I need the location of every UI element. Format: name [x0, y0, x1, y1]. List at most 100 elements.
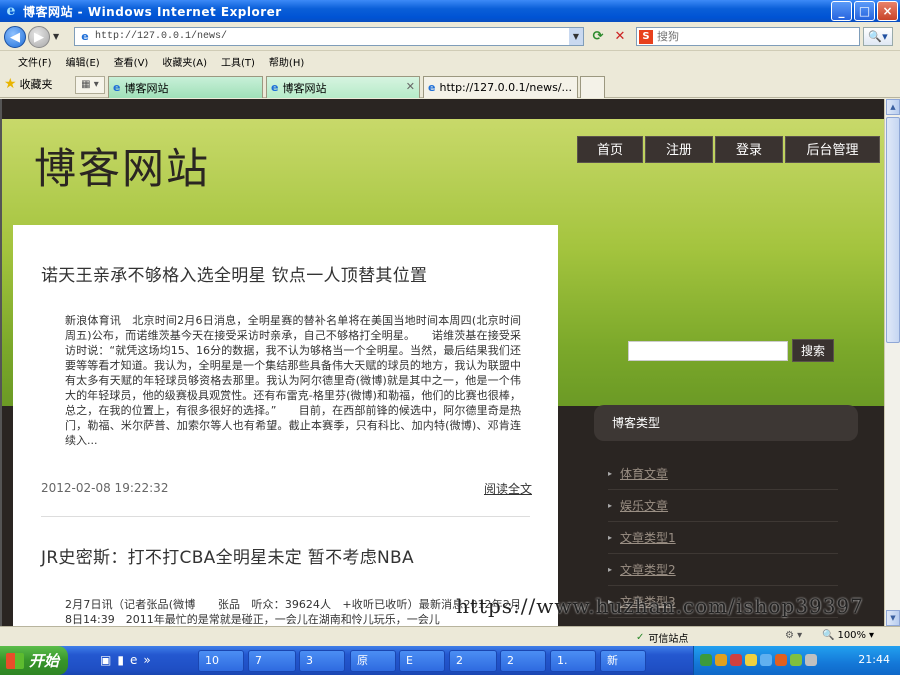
quick-launch-more-icon[interactable]: »: [143, 653, 150, 667]
window-titlebar[interactable]: e 博客网站 - Windows Internet Explorer _ □ ×: [0, 0, 900, 22]
category-item[interactable]: ▸ 文章类型1: [608, 522, 838, 554]
check-icon: ✓: [636, 632, 645, 643]
post-title[interactable]: JR史密斯：打不打CBA全明星未定 暂不考虑NBA: [41, 543, 414, 568]
address-dropdown-icon[interactable]: ▼: [569, 28, 583, 45]
favorites-label: 收藏夹: [19, 78, 53, 91]
tab-page-icon: e: [428, 81, 436, 94]
clock[interactable]: 21:44: [858, 653, 890, 666]
show-desktop-icon[interactable]: ▣: [100, 653, 111, 667]
blog-search-input[interactable]: [628, 341, 788, 361]
tab-close-icon[interactable]: ✕: [406, 80, 415, 93]
quick-launch: ▣ ▮ e »: [100, 653, 151, 667]
category-item[interactable]: ▸ 体育文章: [608, 458, 838, 490]
site-nav: 首页 注册 登录 后台管理: [577, 136, 880, 163]
bullet-icon: ▸: [608, 565, 613, 574]
maximize-button[interactable]: □: [854, 1, 875, 21]
favorites-button[interactable]: ★ 收藏夹: [4, 76, 53, 92]
stop-button[interactable]: ✕: [610, 28, 630, 46]
scroll-up-icon[interactable]: ▲: [886, 99, 900, 115]
tab-3-label: http://127.0.0.1/news/...: [439, 81, 573, 94]
address-toolbar: ◀ ▶ ▼ e http://127.0.0.1/news/ ▼ ⟳ ✕ S 🔍…: [0, 22, 900, 51]
refresh-button[interactable]: ⟳: [588, 28, 608, 46]
new-tab-button[interactable]: [580, 76, 605, 98]
sogou-logo-icon: S: [639, 29, 653, 44]
scroll-thumb[interactable]: [886, 117, 900, 343]
system-tray: 21:44: [693, 646, 900, 675]
tab-1[interactable]: e 博客网站: [108, 76, 263, 98]
zone-label: 可信站点: [648, 634, 689, 645]
nav-admin[interactable]: 后台管理: [785, 136, 880, 163]
tray-icon-volume[interactable]: [760, 654, 772, 666]
address-url[interactable]: http://127.0.0.1/news/: [95, 31, 227, 42]
scroll-down-icon[interactable]: ▼: [886, 610, 900, 626]
menu-help[interactable]: 帮助(H): [269, 54, 304, 69]
start-button[interactable]: 开始: [0, 646, 68, 675]
start-label: 开始: [29, 652, 60, 670]
taskbar-item-ie[interactable]: 7: [248, 650, 296, 672]
nav-register[interactable]: 注册: [645, 136, 713, 163]
zoom-control[interactable]: 🔍 100% ▾: [822, 630, 874, 641]
category-item[interactable]: ▸ 文章类型2: [608, 554, 838, 586]
menu-view[interactable]: 查看(V): [114, 54, 149, 69]
page-top-strip: [2, 99, 884, 119]
desktop-screen: e 博客网站 - Windows Internet Explorer _ □ ×…: [0, 0, 900, 675]
tray-icon-input[interactable]: [790, 654, 802, 666]
blog-search-button[interactable]: 搜索: [792, 339, 834, 362]
nav-home[interactable]: 首页: [577, 136, 643, 163]
history-dropdown-icon[interactable]: ▼: [53, 32, 59, 41]
tray-icons: [700, 654, 817, 666]
protected-mode-icon[interactable]: ⚙ ▾: [785, 630, 802, 641]
tab-1-label: 博客网站: [124, 81, 169, 95]
media-icon[interactable]: ▮: [117, 653, 124, 667]
menu-favorites[interactable]: 收藏夹(A): [162, 54, 207, 69]
taskbar-item-folders[interactable]: 10: [198, 650, 244, 672]
category-heading: 博客类型: [594, 405, 858, 441]
post-divider: [41, 516, 530, 517]
search-box[interactable]: S: [636, 27, 860, 46]
vertical-scrollbar[interactable]: ▲ ▼: [884, 99, 900, 626]
tray-icon-update[interactable]: [775, 654, 787, 666]
ie-quick-icon[interactable]: e: [130, 653, 137, 667]
post-excerpt: 2月7日讯（记者张品(微博 张品 听众：39624人 +收听已收听）最新消息20…: [65, 598, 521, 626]
post-title[interactable]: 诺天王亲承不够格入选全明星 钦点一人顶替其位置: [41, 261, 427, 286]
page-icon: e: [81, 29, 89, 43]
tab-2[interactable]: e 博客网站 ✕: [266, 76, 420, 98]
tab-3[interactable]: e http://127.0.0.1/news/...: [423, 76, 578, 98]
tab-page-icon: e: [271, 81, 279, 94]
taskbar-item-paint[interactable]: 2: [449, 650, 497, 672]
page-viewport: 博客网站 首页 注册 登录 后台管理 诺天王亲承不够格入选全明星 钦点一人顶替其…: [0, 99, 884, 626]
taskbar-item-file[interactable]: 1.: [550, 650, 596, 672]
quick-tabs-button[interactable]: ▦ ▾: [75, 76, 105, 94]
taskbar-item-editor[interactable]: E: [399, 650, 445, 672]
menu-bar: 文件(F) 编辑(E) 查看(V) 收藏夹(A) 工具(T) 帮助(H): [0, 52, 900, 70]
posts-panel: 诺天王亲承不够格入选全明星 钦点一人顶替其位置 新浪体育讯 北京时间2月6日消息…: [13, 225, 558, 626]
taskbar-item-source[interactable]: 原: [350, 650, 396, 672]
search-go-button[interactable]: 🔍▾: [863, 27, 893, 46]
forward-button[interactable]: ▶: [28, 26, 50, 48]
star-icon: ★: [4, 76, 17, 92]
tray-icon-network[interactable]: [700, 654, 712, 666]
taskbar-item-new[interactable]: 新: [600, 650, 646, 672]
post-excerpt: 新浪体育讯 北京时间2月6日消息，全明星赛的替补名单将在美国当地时间本周四(北京…: [65, 314, 521, 447]
minimize-button[interactable]: _: [831, 1, 852, 21]
tray-icon-misc[interactable]: [805, 654, 817, 666]
nav-login[interactable]: 登录: [715, 136, 783, 163]
tabs-row: ★ 收藏夹 ▦ ▾ e 博客网站 e 博客网站 ✕ e http://127.0…: [0, 72, 900, 98]
taskbar-item-qq[interactable]: 2: [500, 650, 546, 672]
menu-file[interactable]: 文件(F): [18, 54, 52, 69]
menu-tools[interactable]: 工具(T): [221, 54, 255, 69]
tray-icon-security[interactable]: [715, 654, 727, 666]
close-button[interactable]: ×: [877, 1, 898, 21]
tab-page-icon: e: [113, 81, 121, 94]
tray-icon-qq[interactable]: [745, 654, 757, 666]
back-button[interactable]: ◀: [4, 26, 26, 48]
menu-edit[interactable]: 编辑(E): [66, 54, 100, 69]
taskbar-item-word[interactable]: 3: [299, 650, 345, 672]
search-input[interactable]: [657, 30, 847, 43]
address-bar[interactable]: e http://127.0.0.1/news/ ▼: [74, 27, 584, 46]
taskbar: 开始 ▣ ▮ e » 10 7 3 原 E 2 2 1. 新 21:44: [0, 646, 900, 675]
category-item[interactable]: ▸ 娱乐文章: [608, 490, 838, 522]
read-more-link[interactable]: 阅读全文: [484, 480, 532, 497]
tray-icon-antivirus[interactable]: [730, 654, 742, 666]
security-zone[interactable]: ✓ 可信站点: [636, 630, 688, 645]
